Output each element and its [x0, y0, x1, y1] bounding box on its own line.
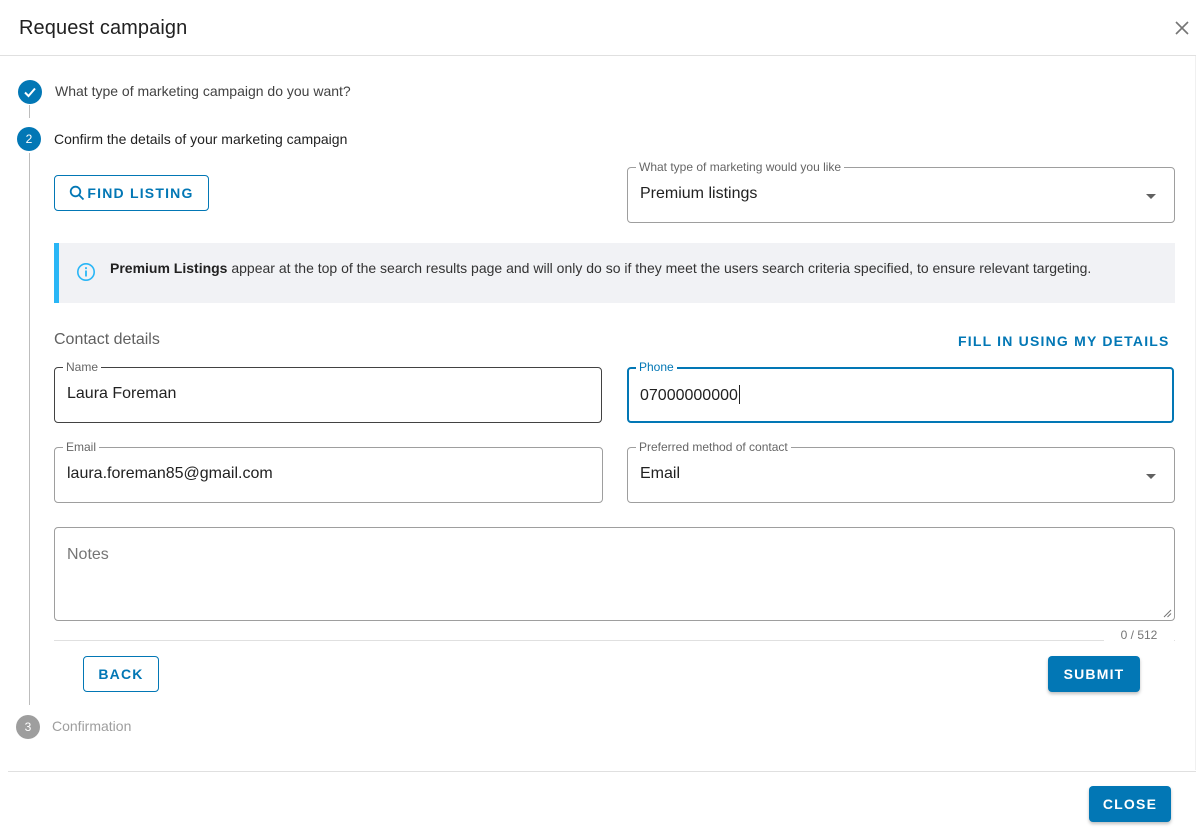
- step-3-label: Confirmation: [52, 718, 132, 734]
- search-icon: [70, 185, 85, 201]
- dropdown-arrow-icon[interactable]: [1146, 474, 1156, 479]
- close-icon[interactable]: [1170, 16, 1194, 40]
- info-body-text: appear at the top of the search results …: [227, 260, 1092, 276]
- footer-divider: [8, 771, 1196, 772]
- notes-divider: [54, 640, 1175, 641]
- step-1-label[interactable]: What type of marketing campaign do you w…: [55, 83, 351, 99]
- dropdown-arrow-icon[interactable]: [1146, 194, 1156, 199]
- email-field[interactable]: Email laura.foreman85@gmail.com: [54, 440, 603, 503]
- email-value: laura.foreman85@gmail.com: [67, 465, 273, 482]
- step-2-label: Confirm the details of your marketing ca…: [54, 131, 348, 147]
- notes-textarea[interactable]: Notes: [54, 527, 1175, 621]
- phone-value-wrap: 07000000000: [640, 385, 740, 405]
- marketing-type-select[interactable]: What type of marketing would you like Pr…: [627, 160, 1175, 223]
- name-label: Name: [63, 360, 102, 374]
- resize-grip-icon[interactable]: [1162, 608, 1172, 618]
- notes-placeholder: Notes: [67, 546, 109, 563]
- step-connector: [29, 105, 30, 118]
- phone-label: Phone: [636, 360, 677, 374]
- marketing-type-label: What type of marketing would you like: [636, 160, 845, 174]
- name-field[interactable]: Name Laura Foreman: [54, 360, 602, 423]
- info-bold-text: Premium Listings: [110, 260, 228, 276]
- notes-character-counter: 0 / 512: [1104, 628, 1174, 642]
- dialog-title: Request campaign: [19, 17, 188, 39]
- dialog-header: Request campaign: [0, 0, 1196, 56]
- preferred-contact-select[interactable]: Preferred method of contact Email: [627, 440, 1175, 503]
- contact-details-title: Contact details: [54, 331, 160, 348]
- step-connector: [29, 153, 30, 705]
- info-icon: [77, 263, 95, 281]
- step-2-number: 2: [17, 127, 41, 151]
- phone-field[interactable]: Phone 07000000000: [627, 360, 1174, 423]
- submit-button[interactable]: SUBMIT: [1048, 656, 1140, 692]
- step-1-check-icon: [18, 80, 42, 104]
- back-button[interactable]: BACK: [83, 656, 159, 692]
- name-value: Laura Foreman: [67, 385, 177, 402]
- info-text: Premium Listings appear at the top of th…: [110, 260, 1091, 276]
- find-listing-label: FIND LISTING: [87, 185, 194, 201]
- preferred-contact-label: Preferred method of contact: [636, 440, 791, 454]
- phone-value: 07000000000: [640, 387, 738, 404]
- email-label: Email: [63, 440, 100, 454]
- fill-in-details-button[interactable]: FILL IN USING MY DETAILS: [958, 333, 1170, 349]
- find-listing-button[interactable]: FIND LISTING: [54, 175, 209, 211]
- step-3-number: 3: [16, 715, 40, 739]
- text-cursor: [738, 385, 740, 404]
- info-alert: Premium Listings appear at the top of th…: [54, 243, 1175, 303]
- marketing-type-value: Premium listings: [640, 185, 758, 202]
- close-button[interactable]: CLOSE: [1089, 786, 1171, 822]
- preferred-contact-value: Email: [640, 465, 681, 482]
